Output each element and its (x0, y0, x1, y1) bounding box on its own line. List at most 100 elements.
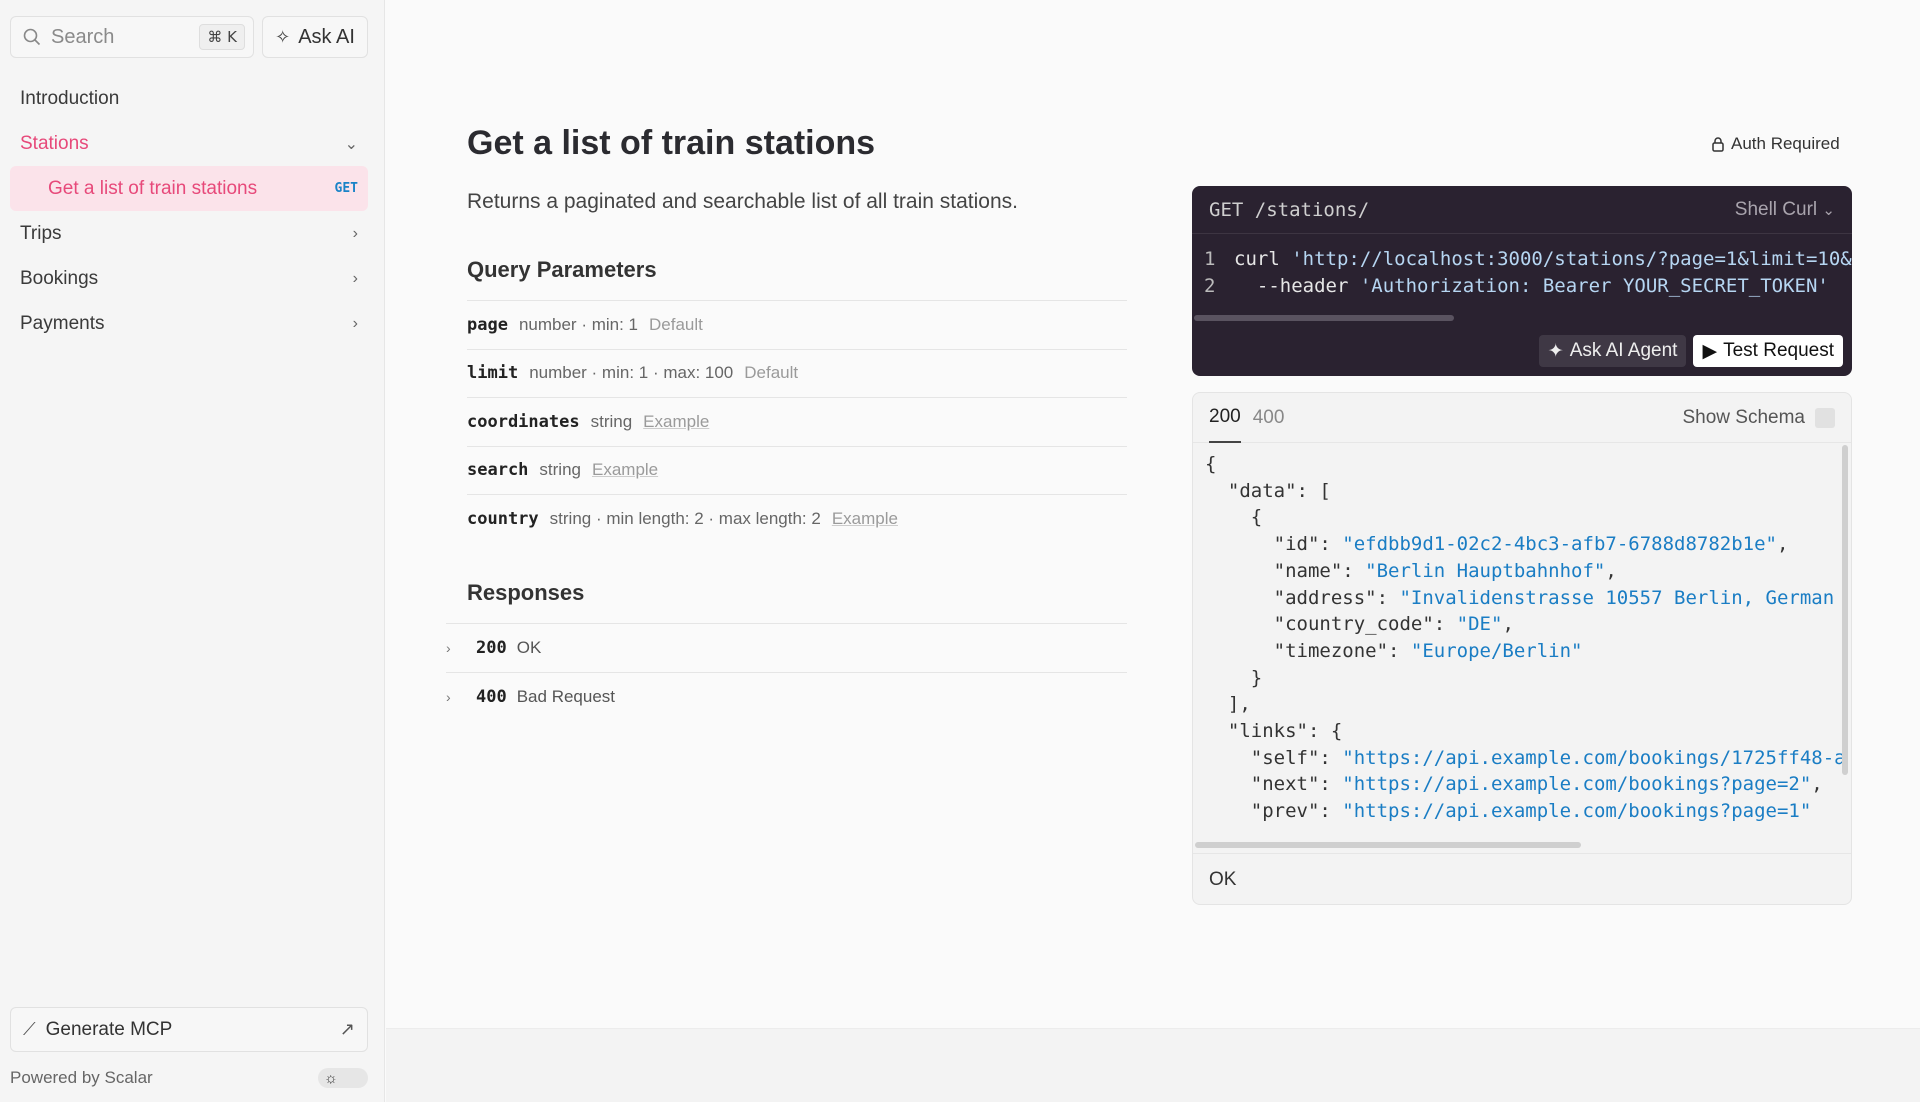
param-name: coordinates (467, 411, 580, 432)
json-line: "prev": "https://api.example.com/booking… (1205, 800, 1812, 823)
generate-mcp-button[interactable]: ⟋ Generate MCP ↗ (10, 1007, 368, 1052)
show-schema-label: Show Schema (1682, 406, 1805, 428)
param-example-link[interactable]: Example (592, 460, 658, 480)
ask-agent-label: Ask AI Agent (1569, 340, 1678, 361)
main-content: Get a list of train stations Returns a p… (386, 0, 1920, 1028)
sidebar-nav: Introduction Stations ⌄ Get a list of tr… (10, 76, 368, 346)
json-value: "https://api.example.com/bookings?page=1… (1342, 800, 1812, 823)
param-name: limit (467, 363, 519, 384)
sidebar-item-get-stations[interactable]: Get a list of train stations GET (10, 166, 368, 211)
show-schema-checkbox[interactable] (1815, 407, 1835, 428)
code-line: 1 curl 'http://localhost:3000/stations/?p… (1204, 246, 1852, 273)
responses-heading: Responses (467, 580, 585, 605)
json-line: } (1205, 666, 1263, 689)
search-placeholder: Search (51, 25, 115, 48)
play-icon: ▶ (1702, 340, 1718, 362)
sidebar-item-bookings[interactable]: Bookings › (10, 256, 368, 301)
page-footer (386, 1028, 1920, 1102)
response-status: OK (1193, 853, 1851, 904)
json-value: "Invalidenstrasse 10557 Berlin, German (1399, 586, 1835, 609)
vertical-scrollbar[interactable] (1842, 445, 1848, 775)
param-meta: string (590, 411, 633, 431)
ask-ai-button[interactable]: ✧ Ask AI (262, 16, 368, 58)
param-meta: string (539, 460, 581, 480)
test-request-button[interactable]: ▶ Test Request (1693, 335, 1843, 367)
json-value: "DE" (1456, 613, 1503, 636)
param-default: Default (744, 363, 799, 383)
search-icon (23, 28, 41, 46)
query-params-heading: Query Parameters (467, 257, 657, 282)
method-badge: GET (334, 181, 358, 196)
auth-required-badge[interactable]: Auth Required (1711, 134, 1840, 154)
param-name: page (467, 314, 508, 335)
request-method-path: GET /stations/ (1209, 198, 1370, 221)
response-tabs-header: 200 400 Show Schema (1193, 393, 1851, 443)
horizontal-scrollbar[interactable] (1195, 842, 1581, 848)
json-value: "Berlin Hauptbahnhof" (1365, 559, 1606, 582)
search-row: Search ⌘ K ✧ Ask AI (10, 16, 368, 58)
param-row: search string Example (467, 445, 1127, 495)
sidebar-item-introduction[interactable]: Introduction (10, 76, 368, 121)
request-actions: ✦ Ask AI Agent ▶ Test Request (1538, 335, 1843, 367)
ask-ai-agent-button[interactable]: ✦ Ask AI Agent (1538, 335, 1687, 367)
line-number: 1 (1204, 248, 1216, 270)
json-line: { (1205, 506, 1263, 529)
sidebar-item-label: Introduction (20, 87, 120, 109)
endpoint-description: Returns a paginated and searchable list … (467, 190, 1018, 213)
json-line: "links": { (1205, 720, 1343, 743)
code-line: 2 --header 'Authorization: Bearer YOUR_S… (1204, 273, 1840, 300)
param-meta: number · min: 1 · max: 100 (529, 363, 734, 383)
tab-400[interactable]: 400 (1253, 394, 1285, 442)
response-row-400[interactable]: › 400 Bad Request (446, 672, 1127, 721)
code-text: --header (1234, 275, 1360, 297)
sparkle-icon: ✧ (275, 26, 291, 47)
language-label: Shell Curl (1734, 198, 1818, 220)
generate-mcp-label: Generate MCP (45, 1018, 173, 1040)
sidebar-item-label: Get a list of train stations (48, 177, 258, 199)
param-row: country string · min length: 2 · max len… (467, 494, 1127, 543)
chevron-down-icon: ⌄ (344, 135, 358, 153)
json-line: "country_code": "DE", (1205, 613, 1514, 636)
search-shortcut: ⌘ K (199, 24, 245, 50)
sparkle-icon: ✦ (1547, 340, 1564, 362)
theme-toggle[interactable]: ☼ (318, 1068, 368, 1088)
param-name: search (467, 460, 529, 481)
params-list: page number · min: 1 Default limit numbe… (467, 300, 1127, 543)
chevron-right-icon: › (446, 640, 451, 656)
sidebar-item-stations[interactable]: Stations ⌄ (10, 121, 368, 166)
response-text: OK (516, 638, 542, 657)
language-select[interactable]: Shell Curl ⌄ (1735, 199, 1835, 221)
param-row: page number · min: 1 Default (467, 300, 1127, 349)
ask-ai-label: Ask AI (298, 25, 355, 48)
mcp-icon: ⟋ (23, 1019, 36, 1039)
param-example-link[interactable]: Example (832, 509, 898, 529)
code-string: 'http://localhost:3000/stations/?page=1&… (1291, 248, 1852, 270)
param-meta: number · min: 1 (518, 314, 638, 334)
sidebar-item-label: Bookings (20, 267, 99, 289)
chevron-right-icon: › (352, 224, 358, 242)
code-block: 1 curl 'http://localhost:3000/stations/?p… (1192, 234, 1852, 300)
response-row-200[interactable]: › 200 OK (446, 623, 1127, 672)
param-name: country (467, 508, 539, 529)
search-input[interactable]: Search ⌘ K (10, 16, 254, 58)
response-json: { "data": [ { "id": "efdbb9d1-02c2-4bc3-… (1193, 443, 1851, 841)
response-status-text: OK (1209, 868, 1237, 890)
json-line: "id": "efdbb9d1-02c2-4bc3-afb7-6788d8782… (1205, 533, 1789, 556)
horizontal-scrollbar[interactable] (1194, 315, 1454, 321)
param-meta: string · min length: 2 · max length: 2 (549, 508, 821, 528)
powered-by-text[interactable]: Powered by Scalar (10, 1068, 318, 1088)
sidebar-item-trips[interactable]: Trips › (10, 211, 368, 256)
sidebar: Search ⌘ K ✧ Ask AI Introduction Station… (0, 0, 385, 1102)
request-example-panel: GET /stations/ Shell Curl ⌄ 1 curl 'http:… (1192, 186, 1852, 376)
response-example-panel: 200 400 Show Schema { "data": [ { "id": … (1192, 392, 1852, 905)
request-header: GET /stations/ Shell Curl ⌄ (1192, 186, 1852, 234)
chevron-right-icon: › (446, 689, 451, 705)
json-line: "data": [ (1205, 479, 1331, 502)
param-example-link[interactable]: Example (643, 412, 709, 432)
chevron-right-icon: › (352, 314, 358, 332)
external-link-icon: ↗ (339, 1019, 355, 1039)
tab-200[interactable]: 200 (1209, 393, 1241, 443)
sidebar-item-payments[interactable]: Payments › (10, 301, 368, 346)
responses-list: › 200 OK › 400 Bad Request (446, 623, 1127, 721)
chevron-right-icon: › (352, 269, 358, 287)
